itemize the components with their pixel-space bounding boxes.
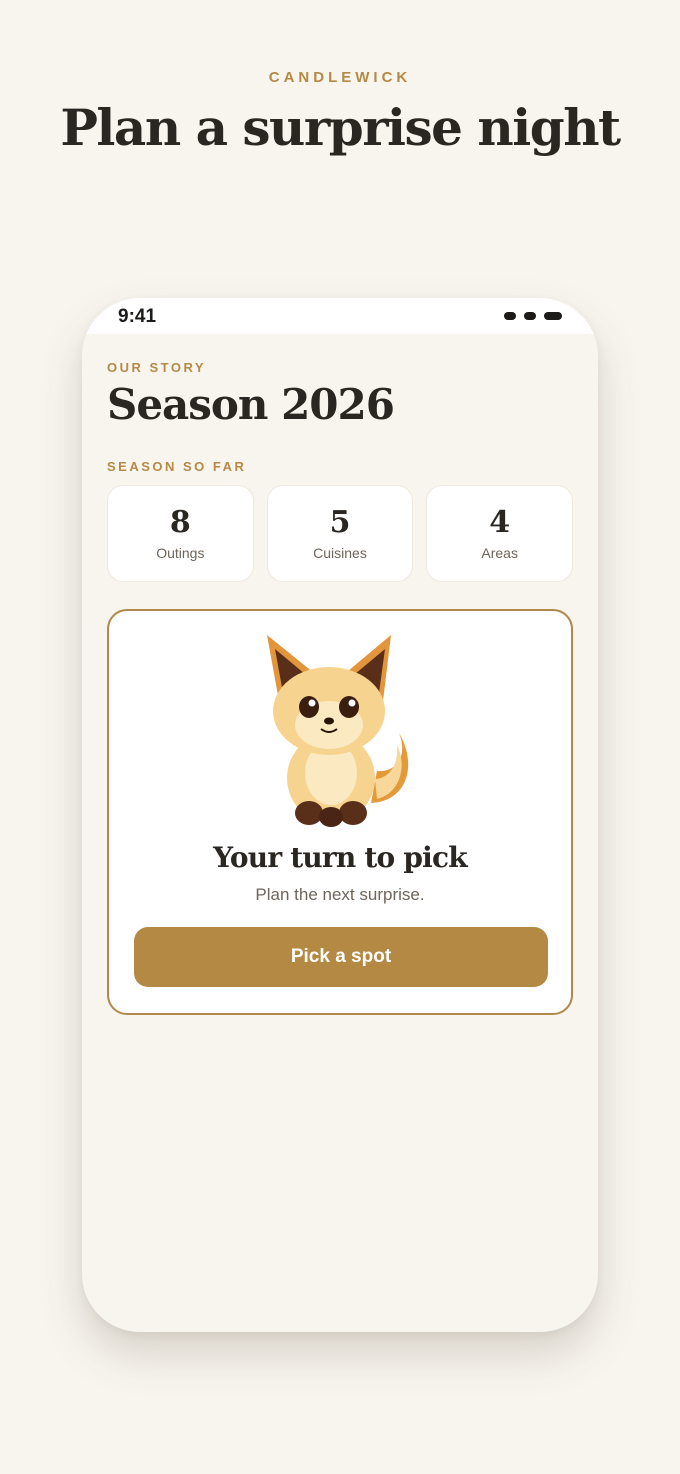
status-indicators — [504, 312, 562, 320]
battery-icon — [544, 312, 562, 320]
brand-name: CANDLEWICK — [268, 69, 412, 86]
status-bar: 9:41 — [82, 298, 598, 334]
status-time: 9:41 — [118, 306, 157, 327]
pick-title: Your turn to pick — [213, 841, 467, 874]
stat-value: 5 — [329, 505, 351, 540]
stat-value: 4 — [489, 505, 511, 540]
stat-card-cuisines: 5 Cuisines — [266, 485, 414, 582]
page-headline: Plan a surprise night — [60, 98, 621, 157]
wifi-icon — [524, 312, 536, 320]
stat-label: Outings — [156, 545, 205, 561]
section-eyebrow: OUR STORY — [107, 360, 207, 375]
stat-label: Cuisines — [313, 545, 367, 561]
pick-a-spot-button[interactable]: Pick a spot — [134, 927, 548, 987]
stat-label: Areas — [481, 545, 518, 561]
season-title: Season 2026 — [107, 380, 395, 429]
signal-icon — [504, 312, 516, 320]
phone-frame: 9:41 OUR STORY Season 2026 SEASON SO FAR… — [82, 298, 598, 1332]
fox-mascot-icon — [267, 635, 409, 827]
stats-row: 8 Outings 5 Cuisines 4 Areas — [107, 485, 574, 582]
pick-subtitle: Plan the next surprise. — [255, 885, 425, 904]
pick-card: Your turn to pick Plan the next surprise… — [107, 609, 573, 1015]
stat-card-areas: 4 Areas — [426, 485, 574, 582]
stat-card-outings: 8 Outings — [107, 485, 254, 582]
stats-label: SEASON SO FAR — [107, 459, 247, 474]
stat-value: 8 — [169, 505, 191, 540]
